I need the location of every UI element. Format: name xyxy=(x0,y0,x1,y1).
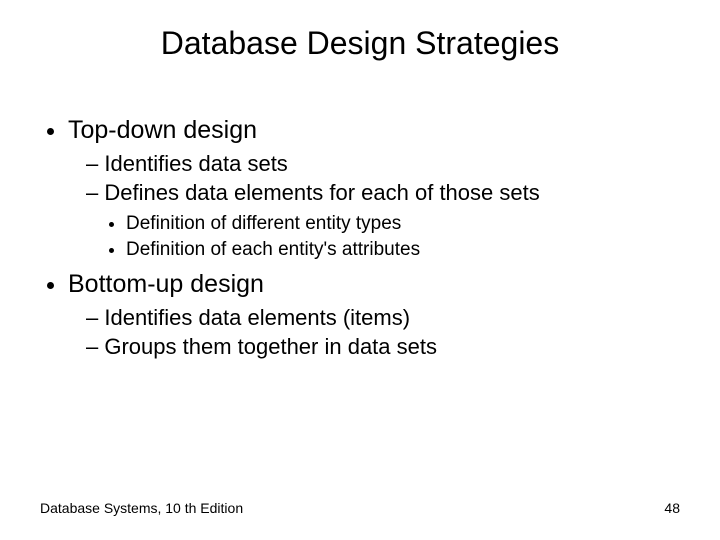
bullet-subsublist: Definition of different entity types Def… xyxy=(86,211,680,262)
bullet-sublist: Identifies data sets Defines data elemen… xyxy=(68,150,680,262)
slide-body: Top-down design Identifies data sets Def… xyxy=(40,115,680,365)
bullet-text: Definition of different entity types xyxy=(126,213,401,234)
bullet-text: Identifies data sets xyxy=(104,151,287,176)
bullet-level1: Top-down design Identifies data sets Def… xyxy=(68,115,680,263)
bullet-level3: Definition of each entity's attributes xyxy=(126,237,680,263)
bullet-level1: Bottom-up design Identifies data element… xyxy=(68,269,680,361)
bullet-list: Top-down design Identifies data sets Def… xyxy=(40,115,680,361)
footer-page-number: 48 xyxy=(664,500,680,516)
bullet-level2: Identifies data elements (items) xyxy=(86,304,680,333)
footer-source: Database Systems, 10 th Edition xyxy=(40,500,243,516)
bullet-level2: Identifies data sets xyxy=(86,150,680,179)
bullet-text: Definition of each entity's attributes xyxy=(126,239,420,260)
slide-title: Database Design Strategies xyxy=(0,25,720,62)
slide: Database Design Strategies Top-down desi… xyxy=(0,0,720,540)
bullet-text: Defines data elements for each of those … xyxy=(104,180,539,205)
bullet-level2: Defines data elements for each of those … xyxy=(86,179,680,263)
bullet-text: Top-down design xyxy=(68,116,257,144)
bullet-text: Groups them together in data sets xyxy=(104,334,437,359)
bullet-text: Bottom-up design xyxy=(68,270,264,298)
bullet-level3: Definition of different entity types xyxy=(126,211,680,237)
bullet-sublist: Identifies data elements (items) Groups … xyxy=(68,304,680,361)
bullet-text: Identifies data elements (items) xyxy=(104,305,410,330)
bullet-level2: Groups them together in data sets xyxy=(86,333,680,362)
